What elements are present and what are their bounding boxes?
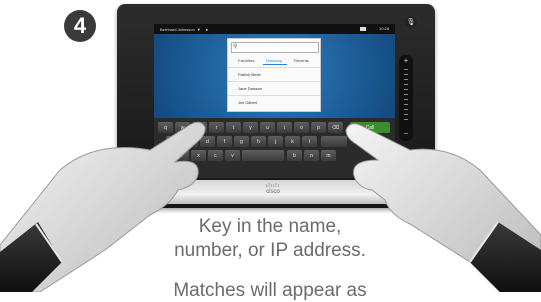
left-hand [0,121,206,292]
caption-line: Matches will appear as [173,280,367,301]
caption-line: number, or IP address. [174,240,366,261]
right-hand [345,123,541,292]
caption-line: Key in the name, [198,216,342,237]
